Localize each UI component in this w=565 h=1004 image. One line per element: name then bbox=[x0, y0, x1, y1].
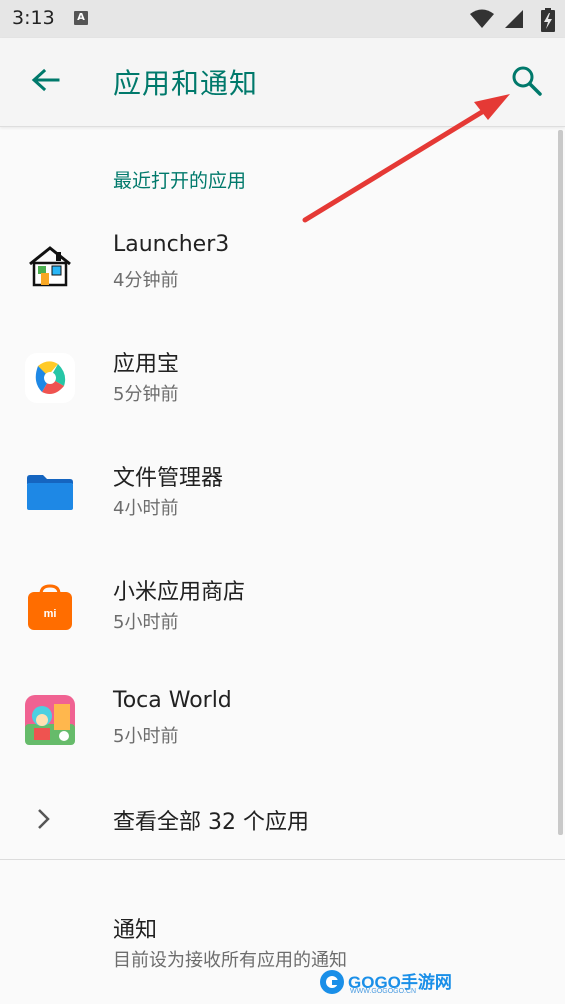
notifications-row[interactable]: 通知 目前设为接收所有应用的通知 bbox=[0, 900, 555, 1000]
status-bar: 3:13 A bbox=[0, 0, 565, 38]
chevron-right-icon bbox=[38, 809, 50, 829]
scrollbar[interactable] bbox=[558, 130, 563, 835]
notifications-title: 通知 bbox=[113, 918, 158, 943]
notification-a-icon: A bbox=[74, 11, 88, 25]
app-row-launcher3[interactable]: Launcher3 4分钟前 bbox=[0, 214, 555, 314]
folder-icon bbox=[27, 475, 73, 510]
back-arrow-icon[interactable] bbox=[28, 64, 62, 98]
wifi-icon bbox=[470, 9, 494, 28]
launcher3-icon bbox=[29, 246, 71, 287]
app-name: 小米应用商店 bbox=[113, 580, 246, 605]
divider bbox=[0, 859, 565, 860]
gogo-logo-icon bbox=[320, 970, 344, 994]
app-last-used: 5小时前 bbox=[113, 726, 179, 747]
app-row-yingyongbao[interactable]: 应用宝 5分钟前 bbox=[0, 328, 555, 428]
app-name: Launcher3 bbox=[113, 232, 230, 257]
status-time: 3:13 bbox=[12, 7, 55, 29]
notifications-summary: 目前设为接收所有应用的通知 bbox=[113, 950, 347, 971]
yingyongbao-icon bbox=[25, 353, 75, 403]
see-all-apps-row[interactable]: 查看全部 32 个应用 bbox=[0, 784, 555, 854]
app-last-used: 5小时前 bbox=[113, 612, 179, 633]
toca-world-icon bbox=[25, 695, 75, 745]
recent-apps-header: 最近打开的应用 bbox=[113, 170, 247, 192]
app-last-used: 4分钟前 bbox=[113, 270, 179, 291]
cell-signal-icon bbox=[505, 10, 523, 28]
app-name: 应用宝 bbox=[113, 352, 180, 377]
watermark-subtext: WWW.GOGOGO.CN bbox=[350, 988, 417, 995]
app-row-toca-world[interactable]: Toca World 5小时前 bbox=[0, 670, 555, 770]
app-last-used: 4小时前 bbox=[113, 498, 179, 519]
see-all-apps-label: 查看全部 32 个应用 bbox=[113, 810, 309, 835]
app-row-file-manager[interactable]: 文件管理器 4小时前 bbox=[0, 442, 555, 542]
app-bar: 应用和通知 bbox=[0, 38, 565, 127]
mi-store-bag-icon: mi bbox=[28, 584, 72, 630]
battery-charging-icon bbox=[541, 8, 555, 32]
page-title: 应用和通知 bbox=[113, 67, 259, 100]
app-last-used: 5分钟前 bbox=[113, 384, 179, 405]
app-row-mi-store[interactable]: mi 小米应用商店 5小时前 bbox=[0, 556, 555, 656]
watermark-logo: GOGO手游网 WWW.GOGOGO.CN bbox=[318, 966, 458, 1000]
search-icon[interactable] bbox=[510, 64, 544, 98]
app-name: 文件管理器 bbox=[113, 466, 224, 491]
svg-text:mi: mi bbox=[44, 608, 57, 620]
app-name: Toca World bbox=[113, 688, 232, 713]
